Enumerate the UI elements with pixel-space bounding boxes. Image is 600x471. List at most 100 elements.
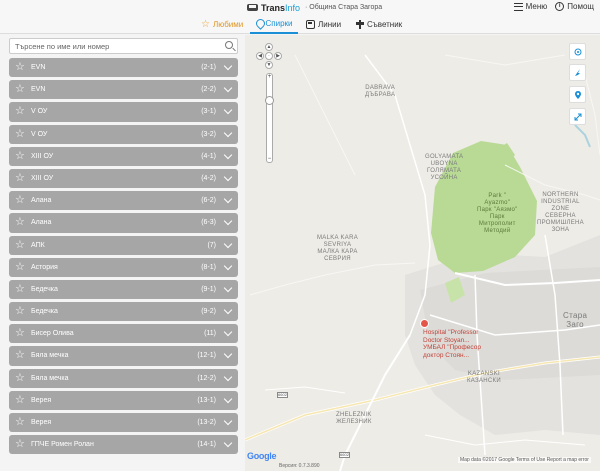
stop-row[interactable]: ☆ EVN (2-2)	[9, 80, 238, 100]
stop-pin-icon	[575, 91, 581, 99]
chevron-down-icon[interactable]	[223, 128, 233, 137]
favorite-star-icon[interactable]: ☆	[15, 83, 25, 96]
stop-code: (2-2)	[201, 86, 216, 94]
stop-code: (13-2)	[197, 419, 216, 426]
stop-layer-button[interactable]	[569, 86, 586, 103]
stop-row[interactable]: ☆ Алана (6-3)	[9, 213, 238, 233]
stop-row[interactable]: ☆ Верея (13-2)	[9, 413, 238, 433]
stop-row[interactable]: ☆ Бисер Олива (11)	[9, 324, 238, 344]
stop-row[interactable]: ☆ АПК (7)	[9, 235, 238, 255]
chevron-down-icon[interactable]	[223, 328, 233, 337]
pan-up-icon[interactable]: ▲	[265, 43, 273, 51]
favorite-star-icon[interactable]: ☆	[15, 128, 25, 141]
favorite-star-icon[interactable]: ☆	[15, 372, 25, 385]
stop-row[interactable]: ☆ Бедечка (9-2)	[9, 302, 238, 322]
chevron-down-icon[interactable]	[223, 416, 233, 426]
favorite-star-icon[interactable]: ☆	[15, 61, 25, 74]
favorite-star-icon[interactable]: ☆	[15, 216, 25, 229]
fullscreen-button[interactable]	[569, 108, 586, 125]
help-button[interactable]: i Помощ	[555, 2, 594, 11]
stop-row[interactable]: ☆ Верея (13-1)	[9, 390, 238, 410]
favorite-star-icon[interactable]: ☆	[15, 394, 25, 407]
map-label-stara: Стара Заго	[563, 311, 588, 329]
zoom-slider[interactable]: + −	[265, 73, 274, 163]
pan-down-icon[interactable]: ▼	[265, 61, 273, 69]
favorite-star-icon[interactable]: ☆	[15, 438, 25, 451]
locate-button[interactable]	[569, 43, 586, 60]
map-canvas	[245, 54, 600, 471]
stop-row[interactable]: ☆ V ОУ (3-2)	[9, 124, 238, 144]
pan-left-icon[interactable]: ◀	[256, 52, 264, 60]
favorite-star-icon[interactable]: ☆	[15, 172, 25, 185]
app-logo[interactable]: TransInfo · Община Стара Загора	[247, 2, 382, 13]
stop-row[interactable]: ☆ V ОУ (3-1)	[9, 102, 238, 122]
hospital-label[interactable]: Hospital "Professor Doctor Stoyan... УМБАЛ…	[423, 329, 481, 359]
stop-code: (4-1)	[201, 152, 216, 160]
map-view[interactable]: ▲ ◀ · ▶ ▼ + − DABRAVA ДЪБРАВА GOLYAMATA UB…	[245, 35, 600, 471]
zoom-out-icon[interactable]: −	[267, 156, 272, 162]
chevron-down-icon[interactable]	[223, 372, 233, 381]
pan-right-icon[interactable]: ▶	[274, 52, 282, 60]
chevron-down-icon[interactable]	[223, 438, 233, 448]
chevron-down-icon[interactable]	[223, 239, 233, 248]
favorite-star-icon[interactable]: ☆	[15, 416, 25, 429]
zoom-in-icon[interactable]: +	[267, 74, 272, 80]
tab-advisor[interactable]: Съветник	[356, 15, 402, 34]
stop-name: ГПЧЕ Ромен Ролан	[31, 441, 94, 449]
chevron-down-icon[interactable]	[223, 106, 233, 115]
favorite-star-icon[interactable]: ☆	[15, 261, 25, 274]
chevron-down-icon[interactable]	[223, 394, 233, 404]
stop-code: (3-1)	[201, 108, 216, 116]
hospital-marker-icon[interactable]	[420, 319, 429, 328]
chevron-down-icon[interactable]	[223, 83, 233, 93]
stop-row[interactable]: ☆ XIII ОУ (4-1)	[9, 146, 238, 166]
pan-center-icon[interactable]: ·	[265, 52, 273, 60]
tab-favorites[interactable]: ☆ Любими	[201, 15, 243, 34]
search-input[interactable]	[10, 39, 215, 53]
favorite-star-icon[interactable]: ☆	[15, 194, 25, 207]
chevron-down-icon[interactable]	[223, 150, 233, 159]
tab-lines[interactable]: Линии	[306, 15, 341, 34]
chevron-down-icon[interactable]	[223, 194, 233, 204]
menu-label: Меню	[525, 2, 548, 11]
stop-row[interactable]: ☆ Бяла мечка (12-1)	[9, 346, 238, 366]
favorite-star-icon[interactable]: ☆	[15, 349, 25, 362]
map-label-kazanski: KAZANSKI КАЗАНСКИ	[467, 371, 501, 384]
tab-stops-label: Спирки	[265, 19, 293, 28]
broom-icon	[575, 69, 580, 76]
search-icon[interactable]	[225, 41, 233, 49]
menu-button[interactable]: Меню	[513, 2, 548, 11]
favorite-star-icon[interactable]: ☆	[15, 105, 25, 118]
stop-row[interactable]: ☆ Бедечка (9-1)	[9, 279, 238, 300]
chevron-down-icon[interactable]	[223, 61, 233, 71]
map-attribution[interactable]: Map data ©2017 Google Terms of Use Repor…	[458, 457, 591, 463]
chevron-down-icon[interactable]	[223, 283, 233, 293]
favorite-star-icon[interactable]: ☆	[15, 305, 25, 318]
zoom-slider-handle[interactable]	[265, 96, 274, 105]
stop-row[interactable]: ☆ Бяла мечка (12-2)	[9, 368, 238, 388]
tab-stops[interactable]: Спирки	[250, 15, 298, 34]
favorite-star-icon[interactable]: ☆	[15, 283, 25, 296]
stop-code: (9-2)	[201, 308, 216, 316]
stop-row[interactable]: ☆ Астория (8-1)	[9, 257, 238, 277]
chevron-down-icon[interactable]	[223, 350, 233, 359]
stop-row[interactable]: ☆ XIII ОУ (4-2)	[9, 168, 238, 189]
chevron-down-icon[interactable]	[223, 217, 233, 226]
chevron-down-icon[interactable]	[223, 172, 233, 182]
stop-row[interactable]: ☆ ГПЧЕ Ромен Ролан (14-1)	[9, 435, 238, 455]
stop-row[interactable]: ☆ Алана (6-2)	[9, 191, 238, 211]
clear-route-button[interactable]	[569, 64, 586, 81]
pan-control[interactable]: ▲ ◀ · ▶ ▼	[256, 43, 282, 69]
stop-code: (7)	[207, 241, 216, 249]
stop-row[interactable]: ☆ EVN (2-1)	[9, 58, 238, 78]
tab-advisor-label: Съветник	[367, 20, 403, 29]
chevron-down-icon[interactable]	[223, 261, 233, 270]
tab-favorites-label: Любими	[212, 20, 244, 29]
chevron-down-icon[interactable]	[223, 305, 233, 315]
star-icon: ☆	[201, 19, 210, 30]
info-icon: i	[555, 2, 565, 11]
favorite-star-icon[interactable]: ☆	[15, 327, 25, 340]
stop-name: Бяла мечка	[31, 352, 69, 360]
favorite-star-icon[interactable]: ☆	[15, 150, 25, 163]
favorite-star-icon[interactable]: ☆	[15, 239, 25, 252]
